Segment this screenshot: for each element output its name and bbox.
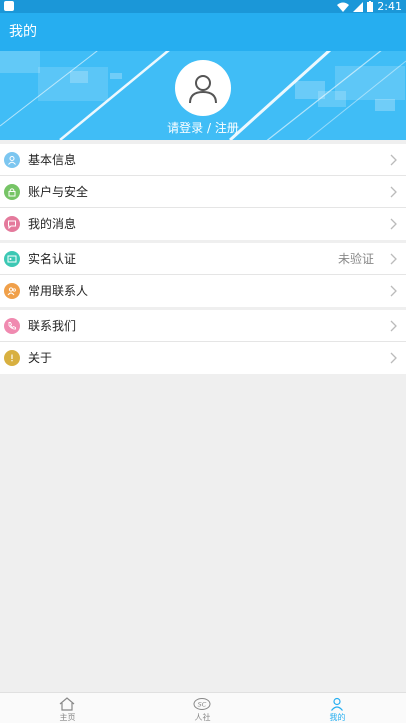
message-icon	[4, 216, 20, 232]
verification-status: 未验证	[337, 252, 374, 266]
info-icon	[4, 350, 20, 366]
bottom-tab-bar: 主页 SC 人社 我的	[0, 692, 406, 723]
id-card-icon	[4, 251, 20, 267]
home-icon	[59, 697, 75, 711]
chevron-right-icon	[390, 253, 397, 265]
menu-group-verification: 实名认证 未验证 常用联系人	[0, 243, 406, 307]
chevron-right-icon	[390, 218, 397, 230]
menu-item-basic-info[interactable]: 基本信息	[0, 144, 406, 176]
tab-label: 我的	[329, 713, 346, 722]
menu-item-label: 基本信息	[28, 153, 77, 167]
avatar[interactable]	[175, 60, 231, 116]
menu-item-real-name-auth[interactable]: 实名认证 未验证	[0, 243, 406, 275]
menu-item-about[interactable]: 关于	[0, 342, 406, 374]
battery-icon	[367, 1, 374, 12]
login-register-link[interactable]: 请登录 / 注册	[0, 120, 406, 136]
wifi-icon	[337, 2, 350, 12]
menu-item-label: 联系我们	[28, 319, 77, 333]
menu-item-label: 实名认证	[28, 252, 77, 266]
chevron-right-icon	[390, 154, 397, 166]
menu-item-label: 我的消息	[28, 217, 77, 231]
page-title: 我的	[9, 24, 37, 40]
chevron-right-icon	[390, 186, 397, 198]
signal-icon	[353, 1, 364, 12]
menu-item-my-messages[interactable]: 我的消息	[0, 208, 406, 240]
chevron-right-icon	[390, 352, 397, 364]
menu-item-label: 账户与安全	[28, 185, 89, 199]
tab-home[interactable]: 主页	[0, 693, 135, 723]
status-time: 2:41	[377, 0, 402, 13]
notification-icon	[4, 1, 14, 11]
chevron-right-icon	[390, 285, 397, 297]
menu-group-account: 基本信息 账户与安全 我的消息	[0, 144, 406, 240]
tab-label: 人社	[194, 713, 211, 722]
menu-item-label: 关于	[28, 351, 53, 365]
svg-text:SC: SC	[198, 701, 207, 709]
menu-item-contact-us[interactable]: 联系我们	[0, 310, 406, 342]
person-icon	[331, 697, 343, 711]
chevron-right-icon	[390, 320, 397, 332]
menu-item-account-security[interactable]: 账户与安全	[0, 176, 406, 208]
social-security-icon: SC	[193, 698, 211, 710]
person-icon	[189, 75, 217, 104]
tab-mine[interactable]: 我的	[270, 693, 405, 723]
menu-item-frequent-contacts[interactable]: 常用联系人	[0, 275, 406, 307]
lock-icon	[4, 184, 20, 200]
tab-label: 主页	[59, 713, 76, 722]
status-bar: 2:41	[0, 0, 406, 13]
tab-social-security[interactable]: SC 人社	[135, 693, 270, 723]
contacts-icon	[4, 283, 20, 299]
profile-banner: 请登录 / 注册	[0, 51, 406, 140]
user-icon	[4, 152, 20, 168]
phone-icon	[4, 318, 20, 334]
menu-group-about: 联系我们 关于	[0, 310, 406, 374]
menu-item-label: 常用联系人	[28, 284, 89, 298]
app-bar: 我的	[0, 13, 406, 51]
